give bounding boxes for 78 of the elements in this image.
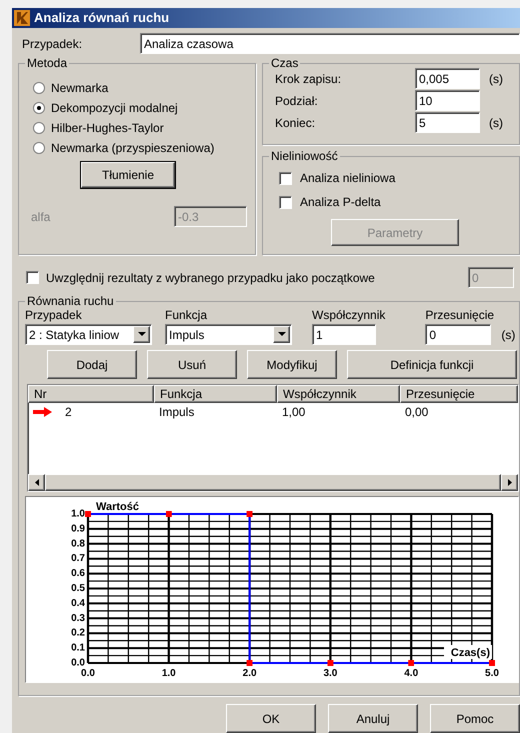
dropdown[interactable]: 2 : Statyka liniow (25, 324, 152, 345)
group-title: Nieliniowość (270, 149, 339, 163)
group-title: Równania ruchu (26, 294, 115, 308)
case-field[interactable]: Analiza czasowa (140, 33, 520, 54)
group-title: Czas (270, 56, 300, 70)
radio-label: Hilber-Hughes-Taylor (51, 120, 164, 137)
checkbox[interactable] (279, 172, 292, 184)
table-cell-text: 2 (65, 404, 72, 421)
action-button[interactable]: Usuń (147, 350, 237, 379)
tick-label: 0.0 (71, 658, 85, 668)
x-axis-title: Czas(s) (450, 647, 490, 659)
field-label: Przesunięcie (425, 307, 496, 324)
tick-label: 0.0 (81, 668, 95, 679)
column-header[interactable]: Funkcja (154, 385, 277, 403)
horizontal-scrollbar[interactable] (28, 474, 518, 491)
tick-label: 0.5 (71, 583, 85, 594)
tick-label: 0.1 (71, 642, 85, 654)
time-field[interactable]: 0,005 (415, 68, 480, 89)
radio-button[interactable] (33, 122, 45, 134)
table-cell-text: Impuls (159, 404, 194, 421)
radio-label: Dekompozycji modalnej (51, 100, 178, 117)
unit-label: (s) (501, 326, 516, 344)
field-label: Podział: (275, 92, 319, 110)
axis-title: Czas(s) (444, 645, 492, 659)
checkbox-label: Analiza nieliniowa (300, 170, 396, 187)
input-field[interactable]: 1 (312, 324, 376, 345)
checkbox-label: Analiza P-delta (300, 194, 381, 211)
radio-button[interactable] (33, 102, 45, 114)
field-label: Przypadek (25, 307, 83, 324)
time-field[interactable]: 5 (415, 112, 480, 133)
field-label: Krok zapisu: (275, 70, 342, 88)
radio-button[interactable] (33, 82, 45, 94)
tick-label: 5.0 (485, 668, 499, 679)
tick-label: 0.2 (71, 628, 85, 639)
window-title: Analiza równań ruchu (34, 9, 170, 28)
radio-button[interactable] (33, 142, 45, 154)
field-label: Funkcja (165, 307, 208, 324)
dropdown[interactable]: Impuls (165, 324, 292, 345)
tick-label: 1.0 (71, 508, 85, 520)
tick-label: 2.0 (242, 668, 257, 679)
tick-label: 4.0 (404, 668, 418, 679)
alfa-label: alfa (31, 208, 50, 226)
time-field[interactable]: 10 (415, 90, 480, 111)
axis-title: Wartość (96, 501, 139, 513)
dialog-button[interactable]: OK (226, 704, 316, 733)
tick-label: 0.6 (71, 568, 85, 580)
radio-label: Newmarka (51, 80, 108, 97)
case-label: Przypadek: (22, 36, 84, 52)
tick-label: 0.4 (71, 598, 85, 609)
scroll-right-icon[interactable] (508, 479, 512, 486)
unit-label: (s) (489, 70, 503, 88)
tick-label: 0.8 (71, 538, 85, 550)
checkbox[interactable] (279, 196, 292, 208)
table-cell-text: 0,00 (405, 404, 428, 421)
tick-label: 0.9 (71, 523, 85, 534)
checkbox-label: Uwzględnij rezultaty z wybranego przypadku jako początkowe (46, 270, 376, 286)
field-label: Współczynnik (312, 307, 386, 324)
dialog-button[interactable]: Anuluj (328, 704, 418, 733)
action-button[interactable]: Definicja funkcji (347, 350, 517, 379)
damping-button[interactable]: Tłumienie (81, 162, 175, 188)
table-cell-text: 1,00 (282, 404, 306, 421)
input-field[interactable]: 0 (425, 324, 492, 345)
app-icon (14, 10, 30, 26)
tick-label: 1.0 (162, 668, 176, 679)
dialog-button[interactable]: Pomoc (430, 704, 520, 733)
tick-label: 0.3 (71, 612, 85, 624)
column-header[interactable]: Nr (28, 385, 154, 403)
column-header[interactable]: Współczynnik (277, 385, 400, 403)
radio-label: Newmarka (przyspieszeniowa) (51, 140, 214, 157)
field-label: Koniec: (275, 114, 316, 132)
action-button[interactable]: Dodaj (47, 350, 137, 379)
tick-label: 0.7 (71, 553, 85, 564)
group-title: Metoda (26, 56, 68, 70)
column-header[interactable]: Przesunięcie (400, 385, 518, 403)
tick-label: 3.0 (323, 668, 338, 679)
unit-label: (s) (489, 114, 503, 132)
scroll-left-icon[interactable] (34, 479, 38, 486)
action-button[interactable]: Modyfikuj (247, 350, 337, 379)
